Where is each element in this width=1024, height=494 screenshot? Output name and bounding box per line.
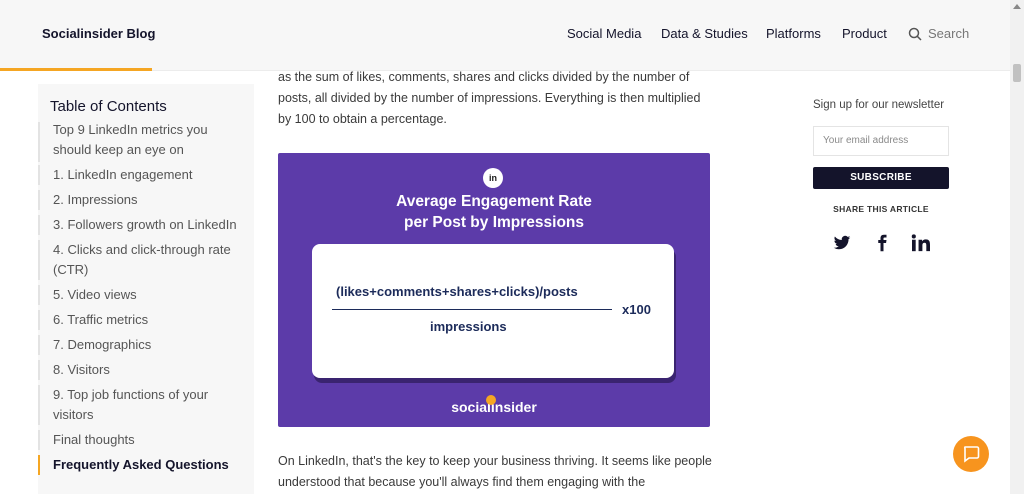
toc-item-faq[interactable]: Frequently Asked Questions [53,455,233,475]
site-header: Socialinsider Blog Social Media Data & S… [0,0,1010,71]
toc-item-marker [38,240,40,280]
main-nav: Social Media Data & Studies Platforms Pr… [0,26,1010,46]
fraction-line [332,309,612,310]
formula-card: (likes+comments+shares+clicks)/posts imp… [312,244,674,378]
linkedin-badge-icon: in [483,168,503,188]
newsletter-label: Sign up for our newsletter [813,99,945,111]
formula-numerator: (likes+comments+shares+clicks)/posts [336,284,578,299]
toc-item-clicks-ctr[interactable]: 4. Clicks and click-through rate (CTR) [53,240,233,280]
brand-dot-icon [486,395,496,405]
nav-platforms[interactable]: Platforms [766,26,821,41]
nav-product[interactable]: Product [842,26,887,41]
formula-multiplier: x100 [622,302,651,317]
toc-item-job-functions[interactable]: 9. Top job functions of your visitors [53,385,233,425]
share-label: SHARE THIS ARTICLE [833,204,929,214]
toc-item-visitors[interactable]: 8. Visitors [53,360,233,380]
toc-item-marker [38,360,40,380]
toc-item-video-views[interactable]: 5. Video views [53,285,233,305]
toc-item-marker [38,385,40,425]
nav-social-media[interactable]: Social Media [567,26,641,41]
toc-item-impressions[interactable]: 2. Impressions [53,190,233,210]
search-icon [908,27,922,41]
toc-item-traffic[interactable]: 6. Traffic metrics [53,310,233,330]
toc-active-marker [38,455,40,475]
formula-denominator: impressions [430,319,507,334]
toc-item-marker [38,285,40,305]
toc-item-followers-growth[interactable]: 3. Followers growth on LinkedIn [53,215,248,235]
toc-item-marker [38,122,40,162]
toc-item-final-thoughts[interactable]: Final thoughts [53,430,233,450]
subscribe-button[interactable]: SUBSCRIBE [813,167,949,189]
toc-item-marker [38,430,40,450]
figure-title-line1: Average Engagement Rate [396,193,592,210]
toc-item-marker [38,335,40,355]
toc-item-demographics[interactable]: 7. Demographics [53,335,233,355]
chat-icon [964,446,980,463]
figure-title: Average Engagement Rate per Post by Impr… [278,191,710,233]
toc-item-engagement[interactable]: 1. LinkedIn engagement [53,165,233,185]
article-paragraph: as the sum of likes, comments, shares an… [278,70,701,126]
search-button[interactable]: Search [908,26,969,41]
toc-title: Table of Contents [50,98,167,115]
toc-item-marker [38,215,40,235]
search-label: Search [928,26,970,41]
article-paragraph: On LinkedIn, that's the key to keep your… [278,454,712,489]
engagement-rate-formula-image: in Average Engagement Rate per Post by I… [278,153,710,427]
nav-data-studies[interactable]: Data & Studies [661,26,748,41]
toc-item-marker [38,165,40,185]
scroll-up-arrow[interactable] [1013,4,1021,9]
reading-progress-bar [0,68,152,71]
twitter-icon[interactable] [833,234,851,252]
email-field[interactable]: Your email address [813,126,949,156]
page-scrollbar[interactable] [1010,0,1024,494]
table-of-contents: Table of Contents Top 9 LinkedIn metrics… [38,84,254,494]
scrollbar-thumb[interactable] [1013,64,1021,82]
linkedin-icon[interactable] [911,234,931,252]
toc-item-marker [38,310,40,330]
facebook-icon[interactable] [873,234,891,252]
toc-item-marker [38,190,40,210]
chat-widget-button[interactable] [953,436,989,472]
toc-item-top-metrics[interactable]: Top 9 LinkedIn metrics you should keep a… [53,120,233,160]
figure-title-line2: per Post by Impressions [403,214,585,231]
